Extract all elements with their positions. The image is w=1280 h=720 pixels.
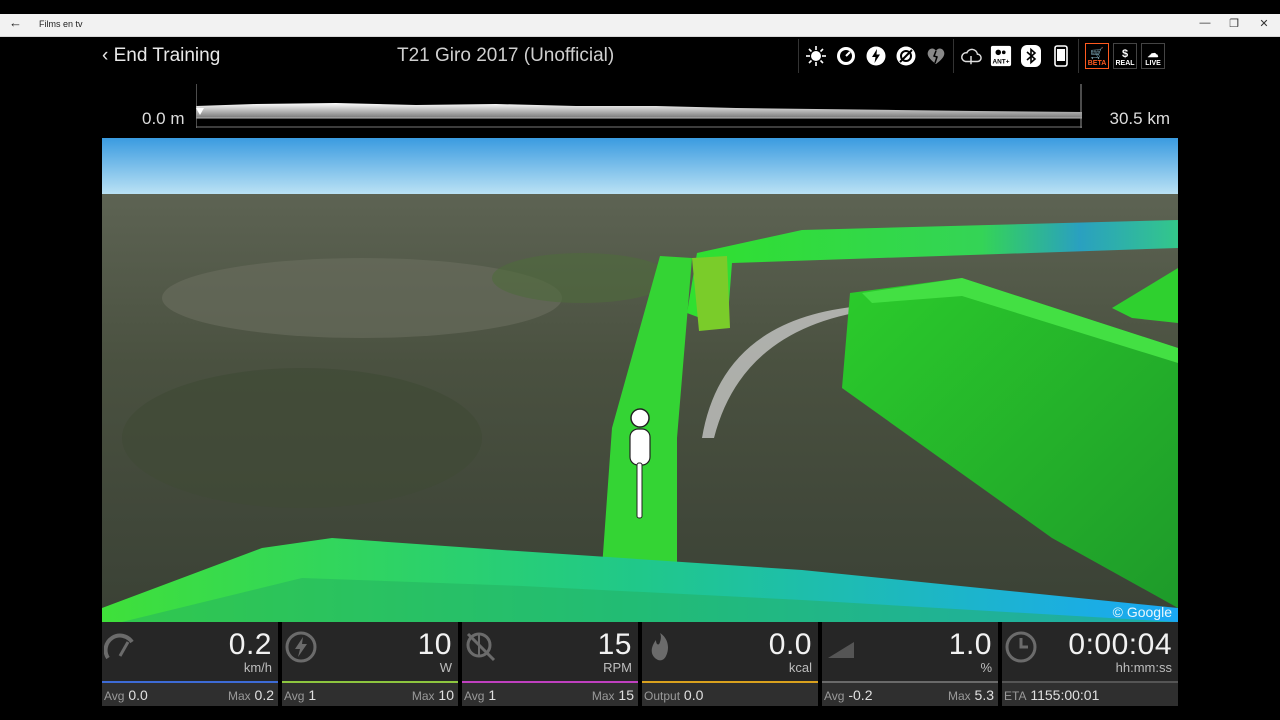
cadence-panel[interactable]: 15 RPM Avg 1 Max 15 [462,622,638,706]
stats-bar: 0.2 km/h Avg 0.0 Max 0.2 10 W Avg 1 Max … [102,622,1178,706]
beta-store-button[interactable]: 🛒 BETA [1085,43,1109,69]
power-value: 10 [417,628,452,661]
sun-icon[interactable] [805,45,827,67]
app-window: ‹ End Training T21 Giro 2017 (Unofficial… [102,37,1178,706]
cart-icon: 🛒 [1090,48,1104,60]
window-title: Films en tv [39,19,83,29]
grade-value: 1.0 [948,628,992,661]
terrain-scene [102,138,1178,622]
map-3d-view[interactable]: © Google [102,138,1178,622]
cadence-footer: Avg 1 Max 15 [462,683,638,706]
lightning-icon [285,631,317,663]
elevation-profile-graph[interactable] [196,84,1082,128]
speed-gauge-icon[interactable] [835,45,857,67]
cadence-unit: RPM [603,660,632,675]
toolbar-group-connect: ANT+ [953,39,1078,73]
back-arrow-icon[interactable]: ← [9,15,22,30]
grade-panel[interactable]: 1.0 % Avg -0.2 Max 5.3 [822,622,998,706]
map-attribution: © Google [1112,604,1172,620]
ant-plus-label: ANT+ [993,58,1010,65]
speed-panel[interactable]: 0.2 km/h Avg 0.0 Max 0.2 [102,622,278,706]
cadence-max-label: Max [591,689,615,703]
window-titlebar: ← Films en tv — ❐ ✕ [0,14,1280,37]
cadence-avg-label: Avg [464,689,485,703]
speed-value: 0.2 [228,628,272,661]
speed-footer: Avg 0.0 Max 0.2 [102,683,278,706]
cadence-max-value: 15 [618,687,634,703]
eta-value: 1155:00:01 [1030,687,1100,703]
ant-plus-icon[interactable]: ANT+ [990,45,1012,67]
speedometer-icon [104,633,134,660]
grade-unit: % [980,660,992,675]
flame-icon [651,633,668,661]
elevation-start-distance: 0.0 m [142,109,185,128]
grade-footer: Avg -0.2 Max 5.3 [822,683,998,706]
cloud-live-icon: ☁ [1147,48,1159,60]
time-value: 0:00:04 [1068,628,1172,661]
crank-icon [466,632,496,662]
speed-avg-value: 0.0 [128,687,148,703]
speed-unit: km/h [243,660,272,675]
eta-label: ETA [1004,689,1027,703]
restore-button[interactable]: ❐ [1224,17,1244,30]
energy-value: 0.0 [768,628,812,661]
power-max-label: Max [411,689,435,703]
live-mode-button[interactable]: ☁ LIVE [1141,43,1165,69]
speed-avg-label: Avg [104,689,125,703]
close-button[interactable]: ✕ [1254,17,1274,30]
end-training-button[interactable]: ‹ End Training [102,45,220,67]
power-avg-label: Avg [284,689,305,703]
clock-icon [1005,631,1037,663]
power-panel[interactable]: 10 W Avg 1 Max 10 [282,622,458,706]
power-unit: W [439,660,452,675]
phone-icon[interactable] [1050,45,1072,67]
beta-label: BETA [1087,60,1107,67]
real-mode-button[interactable]: $ REAL [1113,43,1137,69]
cadence-value: 15 [597,628,632,661]
energy-output-value: 0.0 [683,687,704,703]
real-label: REAL [1115,60,1135,67]
speed-max-value: 0.2 [254,687,274,703]
grade-max-label: Max [947,689,971,703]
energy-unit: kcal [788,660,812,675]
energy-output-label: Output [644,689,681,703]
power-avg-value: 1 [308,687,317,703]
cadence-icon[interactable] [895,45,917,67]
grade-avg-value: -0.2 [848,687,873,703]
energy-footer: Output 0.0 [642,683,818,706]
cloud-icon[interactable] [960,45,982,67]
grade-max-value: 5.3 [974,687,994,703]
app-header: ‹ End Training T21 Giro 2017 (Unofficial… [102,37,1178,75]
grade-avg-label: Avg [824,689,845,703]
power-icon[interactable] [865,45,887,67]
screen-top-border [0,0,1280,14]
toolbar-group-modes: 🛒 BETA $ REAL ☁ LIVE [1078,39,1171,73]
cadence-avg-value: 1 [488,687,497,703]
slope-icon [828,642,854,658]
elevation-profile: 0.0 m 30.5 km [102,78,1178,138]
dollar-icon: $ [1121,48,1129,60]
speed-max-label: Max [227,689,251,703]
heart-icon[interactable] [925,45,947,67]
minimize-button[interactable]: — [1195,17,1215,29]
time-footer: ETA 1155:00:01 [1002,683,1178,706]
live-label: LIVE [1145,60,1161,67]
bluetooth-icon[interactable] [1020,45,1042,67]
power-max-value: 10 [438,687,454,703]
power-footer: Avg 1 Max 10 [282,683,458,706]
toolbar-group-sensors [798,39,953,73]
workout-title: T21 Giro 2017 (Unofficial) [397,45,615,66]
toolbar: ANT+ 🛒 BETA $ REAL ☁ LIVE [798,39,1171,73]
energy-panel[interactable]: 0.0 kcal Output 0.0 [642,622,818,706]
elevation-end-distance: 30.5 km [1109,109,1170,128]
time-unit: hh:mm:ss [1115,660,1172,675]
time-panel[interactable]: 0:00:04 hh:mm:ss ETA 1155:00:01 [1002,622,1178,706]
